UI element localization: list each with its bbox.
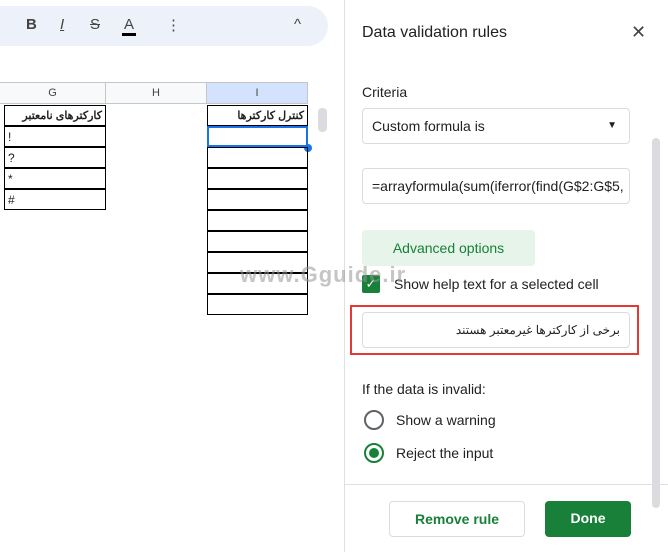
invalid-label: If the data is invalid: xyxy=(362,381,486,397)
help-text-value: برخی از کارکترها غیرمعتبر هستند xyxy=(455,323,620,337)
criteria-label: Criteria xyxy=(362,84,408,100)
bold-button[interactable]: B xyxy=(26,16,37,33)
cell-i1[interactable]: کنترل کارکترها xyxy=(207,105,308,126)
help-text-input[interactable]: برخی از کارکترها غیرمعتبر هستند xyxy=(362,312,630,348)
formula-input[interactable]: =arrayformula(sum(iferror(find(G$2:G$5, xyxy=(362,168,630,204)
more-icon[interactable]: ⋮ xyxy=(166,16,181,34)
dropdown-arrow-icon: ▼ xyxy=(607,120,617,131)
strikethrough-button[interactable]: S xyxy=(90,16,100,33)
cell-i10[interactable] xyxy=(207,294,308,315)
reject-label: Reject the input xyxy=(396,445,494,461)
column-header-g[interactable]: G xyxy=(0,82,106,104)
cell-i4[interactable] xyxy=(207,168,308,189)
panel-title: Data validation rules xyxy=(362,24,507,41)
cell-g1[interactable]: کارکترهای نامعتبر xyxy=(4,105,106,126)
cell-i6[interactable] xyxy=(207,210,308,231)
collapse-icon[interactable]: ^ xyxy=(294,16,301,33)
reject-radio[interactable] xyxy=(364,443,384,463)
cell-g4[interactable]: * xyxy=(4,168,106,189)
cell-g5[interactable]: # xyxy=(4,189,106,210)
cell-g3[interactable]: ? xyxy=(4,147,106,168)
text-color-button[interactable]: A xyxy=(122,16,137,36)
cell-i5[interactable] xyxy=(207,189,308,210)
selected-cell-i2[interactable] xyxy=(207,126,308,147)
column-header-i[interactable]: I xyxy=(207,82,308,104)
advanced-options-button[interactable]: Advanced options xyxy=(362,230,535,266)
criteria-value: Custom formula is xyxy=(372,118,485,134)
italic-button[interactable]: I xyxy=(60,16,64,33)
remove-rule-button[interactable]: Remove rule xyxy=(389,501,525,537)
cell-i3[interactable] xyxy=(207,147,308,168)
done-button[interactable]: Done xyxy=(545,501,631,537)
cell-g2[interactable]: ! xyxy=(4,126,106,147)
cell-i7[interactable] xyxy=(207,231,308,252)
warning-radio[interactable] xyxy=(364,410,384,430)
criteria-select[interactable]: Custom formula is ▼ xyxy=(362,108,630,144)
spreadsheet-grid: G H I کارکترهای نامعتبر کنترل کارکترها !… xyxy=(0,82,330,552)
warning-label: Show a warning xyxy=(396,412,496,428)
column-header-h[interactable]: H xyxy=(106,82,207,104)
format-toolbar: B I S A ⋮ ^ xyxy=(0,6,328,46)
watermark: www.Gguide.ir xyxy=(240,262,407,287)
footer-divider xyxy=(345,484,668,485)
sheet-scrollbar[interactable] xyxy=(318,108,327,132)
help-text-label: Show help text for a selected cell xyxy=(394,276,599,292)
panel-scrollbar[interactable] xyxy=(652,138,660,508)
close-icon[interactable]: ✕ xyxy=(631,22,646,43)
